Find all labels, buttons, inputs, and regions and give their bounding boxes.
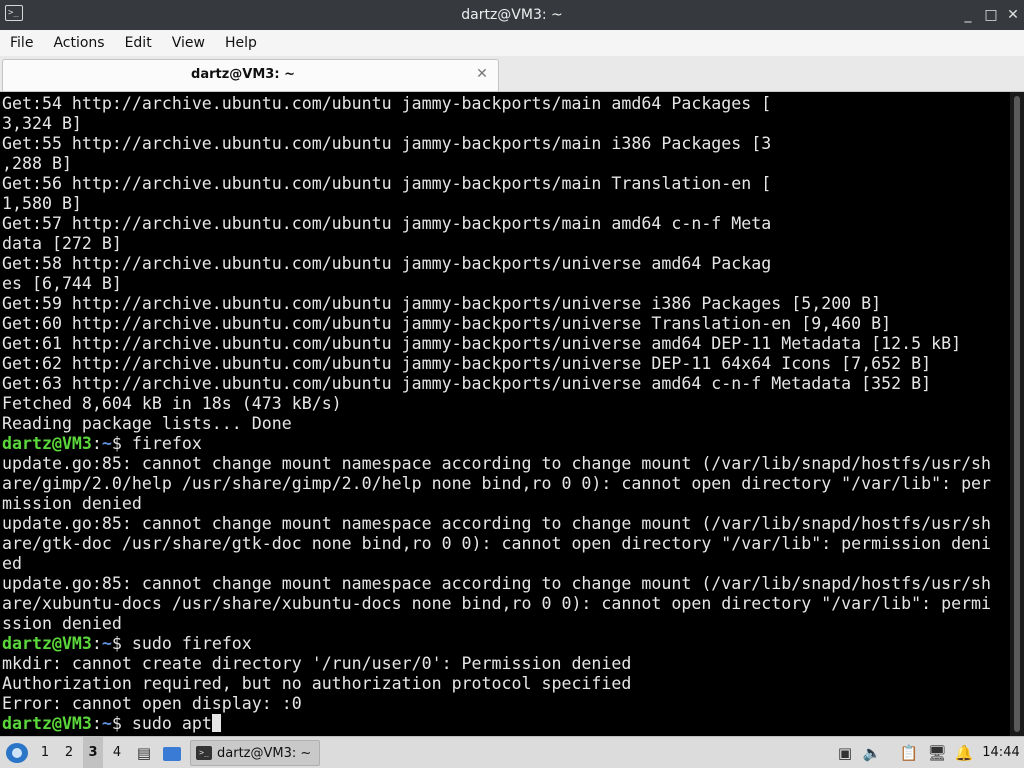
terminal-line: ssion denied <box>2 614 122 633</box>
taskbar-window-button[interactable]: >_ dartz@VM3: ~ <box>190 740 320 766</box>
notification-icon[interactable]: 🔔 <box>953 737 975 768</box>
terminal-line: dartz@VM3:~$ firefox <box>2 434 202 454</box>
terminal-icon: >_ <box>196 746 212 760</box>
terminal-line: update.go:85: cannot change mount namesp… <box>2 514 992 533</box>
tab-close-icon[interactable]: ✕ <box>474 66 490 82</box>
terminal-line: Get:59 http://archive.ubuntu.com/ubuntu … <box>2 294 882 313</box>
workspace-3[interactable]: 3 <box>83 737 103 768</box>
text-cursor <box>211 714 221 732</box>
taskbar: 1 2 3 4 ▤ >_ dartz@VM3: ~ ▣ 🔈 📋 🖥 🔔 14:4… <box>0 736 1024 768</box>
clock[interactable]: 14:44 <box>979 737 1023 768</box>
terminal-line: Authorization required, but no authoriza… <box>2 674 632 693</box>
terminal-line: are/xubuntu-docs /usr/share/xubuntu-docs… <box>2 594 992 613</box>
terminal-line: ,288 B] <box>2 154 72 173</box>
tab-bar: dartz@VM3: ~ ✕ <box>0 56 1024 92</box>
prompt-separator: : <box>91 434 102 453</box>
tab-terminal[interactable]: dartz@VM3: ~ ✕ <box>2 59 499 91</box>
terminal-line: Get:58 http://archive.ubuntu.com/ubuntu … <box>2 254 772 273</box>
network-icon[interactable]: 🖥 <box>926 737 948 768</box>
prompt-symbol: $ <box>111 634 132 653</box>
prompt-separator: : <box>91 634 102 653</box>
window-titlebar[interactable]: >_ dartz@VM3: ~ _ □ ✕ <box>0 0 1024 30</box>
terminal-line: es [6,744 B] <box>2 274 122 293</box>
menu-actions[interactable]: Actions <box>43 30 114 56</box>
terminal-line: Get:56 http://archive.ubuntu.com/ubuntu … <box>2 174 772 193</box>
prompt-user: dartz@VM3 <box>2 714 92 733</box>
whisker-menu-icon[interactable] <box>6 743 28 763</box>
terminal-line: Get:60 http://archive.ubuntu.com/ubuntu … <box>2 314 892 333</box>
terminal-line: mission denied <box>2 494 142 513</box>
terminal-line: Reading package lists... Done <box>2 414 292 433</box>
prompt-user: dartz@VM3 <box>2 634 92 653</box>
window-title: dartz@VM3: ~ <box>461 7 563 23</box>
menu-file[interactable]: File <box>0 30 43 56</box>
menu-bar: File Actions Edit View Help <box>0 30 1024 56</box>
menu-edit[interactable]: Edit <box>115 30 162 56</box>
terminal-line: mkdir: cannot create directory '/run/use… <box>2 654 632 673</box>
volume-icon[interactable]: 🔈 <box>861 737 883 768</box>
terminal-output[interactable]: Get:54 http://archive.ubuntu.com/ubuntu … <box>0 92 1010 736</box>
prompt-command: sudo apt <box>131 714 212 733</box>
scrollbar-thumb[interactable] <box>1014 96 1020 732</box>
prompt-symbol: $ <box>111 714 132 733</box>
prompt-path: ~ <box>101 714 112 733</box>
maximize-button[interactable]: □ <box>981 5 1001 25</box>
terminal-line: Fetched 8,604 kB in 18s (473 kB/s) <box>2 394 342 413</box>
workspace-4[interactable]: 4 <box>107 737 127 768</box>
terminal-line: Get:61 http://archive.ubuntu.com/ubuntu … <box>2 334 962 353</box>
terminal-line: Get:55 http://archive.ubuntu.com/ubuntu … <box>2 134 772 153</box>
terminal-line: dartz@VM3:~$ sudo apt <box>2 714 221 734</box>
terminal-line: are/gtk-doc /usr/share/gtk-doc none bind… <box>2 534 992 553</box>
terminal-line: dartz@VM3:~$ sudo firefox <box>2 634 252 654</box>
prompt-user: dartz@VM3 <box>2 434 92 453</box>
terminal-line: update.go:85: cannot change mount namesp… <box>2 574 992 593</box>
prompt-command: sudo firefox <box>131 634 252 653</box>
minimize-button[interactable]: _ <box>958 5 978 25</box>
workspace-1[interactable]: 1 <box>35 737 55 768</box>
terminal-line: Get:57 http://archive.ubuntu.com/ubuntu … <box>2 214 772 233</box>
file-manager-icon[interactable]: ▤ <box>133 737 155 768</box>
terminal-scrollbar[interactable] <box>1010 92 1024 736</box>
terminal-line: ed <box>2 554 22 573</box>
menu-help[interactable]: Help <box>215 30 267 56</box>
terminal-line: Get:63 http://archive.ubuntu.com/ubuntu … <box>2 374 932 393</box>
terminal-line: 3,324 B] <box>2 114 82 133</box>
clipboard-icon[interactable]: 📋 <box>898 737 920 768</box>
prompt-separator: : <box>91 714 102 733</box>
workspace-2[interactable]: 2 <box>59 737 79 768</box>
menu-view[interactable]: View <box>162 30 215 56</box>
prompt-symbol: $ <box>111 434 132 453</box>
terminal-line: are/gimp/2.0/help /usr/share/gimp/2.0/he… <box>2 474 992 493</box>
taskbar-window-label: dartz@VM3: ~ <box>217 746 312 761</box>
tab-label: dartz@VM3: ~ <box>191 67 295 82</box>
prompt-path: ~ <box>101 634 112 653</box>
terminal-line: update.go:85: cannot change mount namesp… <box>2 454 992 473</box>
desktop: >_ dartz@VM3: ~ _ □ ✕ File Actions Edit … <box>0 0 1024 768</box>
terminal-line: Error: cannot open display: :0 <box>2 694 302 713</box>
terminal-line: data [272 B] <box>2 234 122 253</box>
show-desktop-icon[interactable] <box>161 737 183 768</box>
terminal-line: Get:62 http://archive.ubuntu.com/ubuntu … <box>2 354 932 373</box>
notes-icon[interactable]: ▣ <box>834 737 856 768</box>
prompt-command: firefox <box>131 434 202 453</box>
close-button[interactable]: ✕ <box>1003 5 1023 25</box>
prompt-path: ~ <box>101 434 112 453</box>
terminal-line: 1,580 B] <box>2 194 82 213</box>
terminal-line: Get:54 http://archive.ubuntu.com/ubuntu … <box>2 94 772 113</box>
